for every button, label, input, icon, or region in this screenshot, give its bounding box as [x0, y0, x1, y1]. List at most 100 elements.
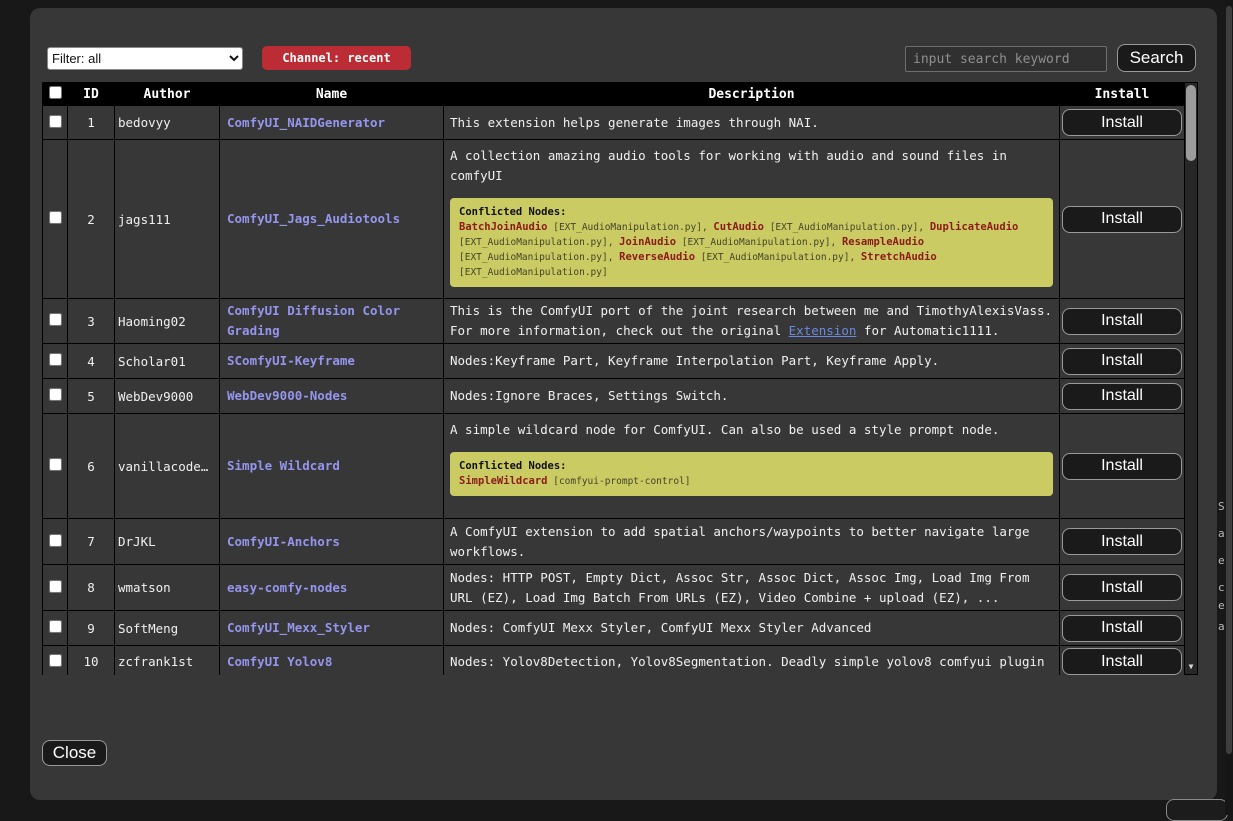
row-description: A ComfyUI extension to add spatial ancho…: [444, 519, 1060, 565]
install-button[interactable]: Install: [1062, 308, 1182, 335]
row-extension-name: ComfyUI Diffusion Color Grading: [220, 299, 444, 344]
table-scrollbar-thumb[interactable]: [1186, 85, 1196, 161]
row-author: DrJKL: [115, 519, 220, 565]
table-row: 4 Scholar01 SComfyUI-Keyframe Nodes:Keyf…: [43, 344, 1185, 379]
row-select-checkbox[interactable]: [49, 458, 62, 471]
row-author: vanillacode…: [115, 414, 220, 519]
table-row: 9 SoftMeng ComfyUI_Mexx_Styler Nodes: Co…: [43, 611, 1185, 646]
occluded-text-fragment: a: [1218, 527, 1225, 540]
search-input[interactable]: [905, 46, 1107, 72]
header-id: ID: [68, 83, 115, 106]
conflict-warning-box: Conflicted Nodes: SimpleWildcard [comfyu…: [450, 452, 1053, 496]
install-button[interactable]: Install: [1062, 206, 1182, 233]
table-row: 7 DrJKL ComfyUI-Anchors A ComfyUI extens…: [43, 519, 1185, 565]
row-id: 9: [68, 611, 115, 646]
row-description: This extension helps generate images thr…: [444, 106, 1060, 140]
row-author: Haoming02: [115, 299, 220, 344]
install-button[interactable]: Install: [1062, 615, 1182, 642]
row-id: 10: [68, 646, 115, 676]
row-id: 3: [68, 299, 115, 344]
filter-dropdown[interactable]: Filter: all: [47, 47, 243, 70]
install-button[interactable]: Install: [1062, 453, 1182, 480]
table-row: 5 WebDev9000 WebDev9000-Nodes Nodes:Igno…: [43, 379, 1185, 414]
occluded-text-fragment: S: [1218, 500, 1225, 513]
row-id: 2: [68, 140, 115, 299]
occluded-button[interactable]: [1166, 799, 1228, 821]
conflict-label: Conflicted Nodes:: [459, 459, 1044, 474]
table-scrollbar[interactable]: ▼: [1184, 82, 1198, 675]
header-description: Description: [444, 83, 1060, 106]
row-select-checkbox[interactable]: [49, 580, 62, 593]
row-author: bedovyy: [115, 106, 220, 140]
custom-nodes-dialog: Filter: all Channel: recent Search ID Au…: [30, 8, 1217, 800]
row-extension-name: Simple Wildcard: [220, 414, 444, 519]
header-author: Author: [115, 83, 220, 106]
header-name: Name: [220, 83, 444, 106]
row-description: Nodes: ComfyUI Mexx Styler, ComfyUI Mexx…: [444, 611, 1060, 646]
row-description: This is the ComfyUI port of the joint re…: [444, 299, 1060, 344]
row-extension-name: WebDev9000-Nodes: [220, 379, 444, 414]
install-button[interactable]: Install: [1062, 109, 1182, 136]
row-description: A collection amazing audio tools for wor…: [450, 146, 1053, 186]
page-scrollbar[interactable]: [1225, 0, 1233, 815]
row-extension-name: ComfyUI_NAIDGenerator: [220, 106, 444, 140]
extension-link[interactable]: Extension: [789, 323, 857, 338]
row-description: Nodes:Keyframe Part, Keyframe Interpolat…: [444, 344, 1060, 379]
header-checkbox-cell: [43, 83, 68, 106]
row-select-checkbox[interactable]: [49, 388, 62, 401]
row-author: WebDev9000: [115, 379, 220, 414]
occluded-text-fragment: a: [1218, 620, 1225, 633]
scroll-down-arrow-icon[interactable]: ▼: [1185, 662, 1197, 671]
table-row: 2 jags111 ComfyUI_Jags_Audiotools A coll…: [43, 140, 1185, 299]
close-button[interactable]: Close: [42, 740, 107, 766]
install-button[interactable]: Install: [1062, 648, 1182, 675]
row-id: 7: [68, 519, 115, 565]
row-author: wmatson: [115, 565, 220, 611]
install-button[interactable]: Install: [1062, 574, 1182, 601]
install-button[interactable]: Install: [1062, 528, 1182, 555]
row-description: Nodes:Ignore Braces, Settings Switch.: [444, 379, 1060, 414]
row-author: SoftMeng: [115, 611, 220, 646]
row-extension-name: easy-comfy-nodes: [220, 565, 444, 611]
page-scrollbar-thumb[interactable]: [1226, 6, 1232, 754]
table-row: 1 bedovyy ComfyUI_NAIDGenerator This ext…: [43, 106, 1185, 140]
row-description: Nodes: Yolov8Detection, Yolov8Segmentati…: [444, 646, 1060, 676]
row-extension-name: ComfyUI_Jags_Audiotools: [220, 140, 444, 299]
table-row: 6 vanillacode… Simple Wildcard A simple …: [43, 414, 1185, 519]
header-install: Install: [1060, 83, 1185, 106]
row-extension-name: SComfyUI-Keyframe: [220, 344, 444, 379]
row-select-checkbox[interactable]: [49, 654, 62, 667]
install-button[interactable]: Install: [1062, 348, 1182, 375]
conflict-label: Conflicted Nodes:: [459, 205, 1044, 220]
occluded-text-fragment: c: [1218, 581, 1225, 594]
install-button[interactable]: Install: [1062, 383, 1182, 410]
extensions-table: ID Author Name Description Install 1 bed…: [42, 82, 1184, 675]
select-all-checkbox[interactable]: [49, 86, 62, 99]
row-select-checkbox[interactable]: [49, 353, 62, 366]
row-id: 4: [68, 344, 115, 379]
row-description: Nodes: HTTP POST, Empty Dict, Assoc Str,…: [444, 565, 1060, 611]
row-description: A simple wildcard node for ComfyUI. Can …: [450, 420, 1053, 440]
occluded-text-fragment: e: [1218, 599, 1225, 612]
row-author: zcfrank1st: [115, 646, 220, 676]
occluded-text-fragment: e: [1218, 554, 1225, 567]
row-id: 5: [68, 379, 115, 414]
row-select-checkbox[interactable]: [49, 534, 62, 547]
row-extension-name: ComfyUI_Mexx_Styler: [220, 611, 444, 646]
row-author: jags111: [115, 140, 220, 299]
row-id: 8: [68, 565, 115, 611]
conflict-warning-box: Conflicted Nodes: BatchJoinAudio [EXT_Au…: [450, 198, 1053, 287]
search-button[interactable]: Search: [1117, 44, 1196, 72]
row-id: 1: [68, 106, 115, 140]
row-author: Scholar01: [115, 344, 220, 379]
row-select-checkbox[interactable]: [49, 620, 62, 633]
row-extension-name: ComfyUI-Anchors: [220, 519, 444, 565]
table-row: 8 wmatson easy-comfy-nodes Nodes: HTTP P…: [43, 565, 1185, 611]
table-header-row: ID Author Name Description Install: [43, 83, 1185, 106]
row-id: 6: [68, 414, 115, 519]
channel-badge: Channel: recent: [262, 46, 411, 70]
row-select-checkbox[interactable]: [49, 115, 62, 128]
row-select-checkbox[interactable]: [49, 211, 62, 224]
table-row: 3 Haoming02 ComfyUI Diffusion Color Grad…: [43, 299, 1185, 344]
row-select-checkbox[interactable]: [49, 313, 62, 326]
